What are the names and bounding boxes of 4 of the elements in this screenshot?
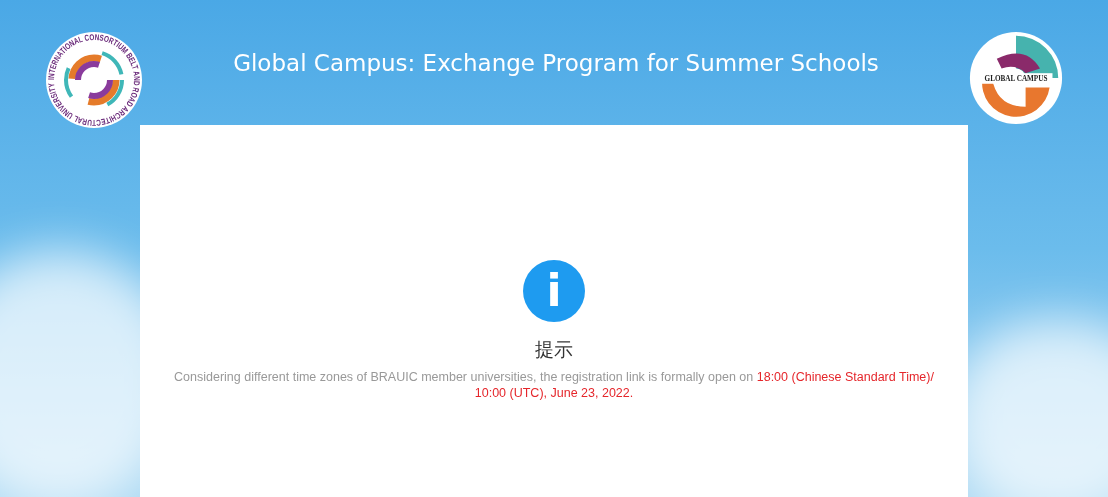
page-title: Global Campus: Exchange Program for Summer Schools (233, 49, 879, 78)
notice-title: 提示 (535, 338, 573, 362)
info-icon: i (523, 260, 585, 322)
notice-message: Considering different time zones of BRAUIC member universities, the registration link is formally open on 18:00 (Chinese Standard Time)/ 10:00 (UTC), June 23, 2022. (173, 368, 935, 401)
